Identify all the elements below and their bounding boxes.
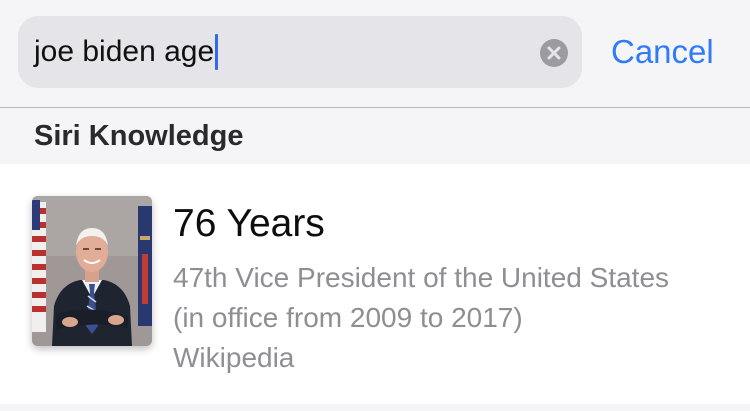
cancel-button[interactable]: Cancel (611, 30, 714, 74)
search-query-value: joe biden age (34, 35, 215, 68)
section-title: Siri Knowledge (34, 120, 244, 152)
result-title: 76 Years (173, 202, 325, 245)
section-header: Siri Knowledge (0, 108, 750, 164)
list-bottom-gap (0, 404, 750, 411)
clear-icon[interactable] (540, 39, 568, 67)
result-description: 47th Vice President of the United States… (173, 262, 670, 333)
knowledge-result-card[interactable]: 76 Years 47th Vice President of the Unit… (0, 164, 750, 404)
result-source[interactable]: Wikipedia (173, 338, 294, 378)
person-portrait-thumbnail (32, 196, 152, 346)
search-query-text[interactable]: joe biden age (34, 34, 219, 70)
text-cursor (215, 34, 219, 70)
search-bar-area: joe biden age Cancel (0, 0, 750, 108)
search-input[interactable]: joe biden age (18, 16, 582, 88)
